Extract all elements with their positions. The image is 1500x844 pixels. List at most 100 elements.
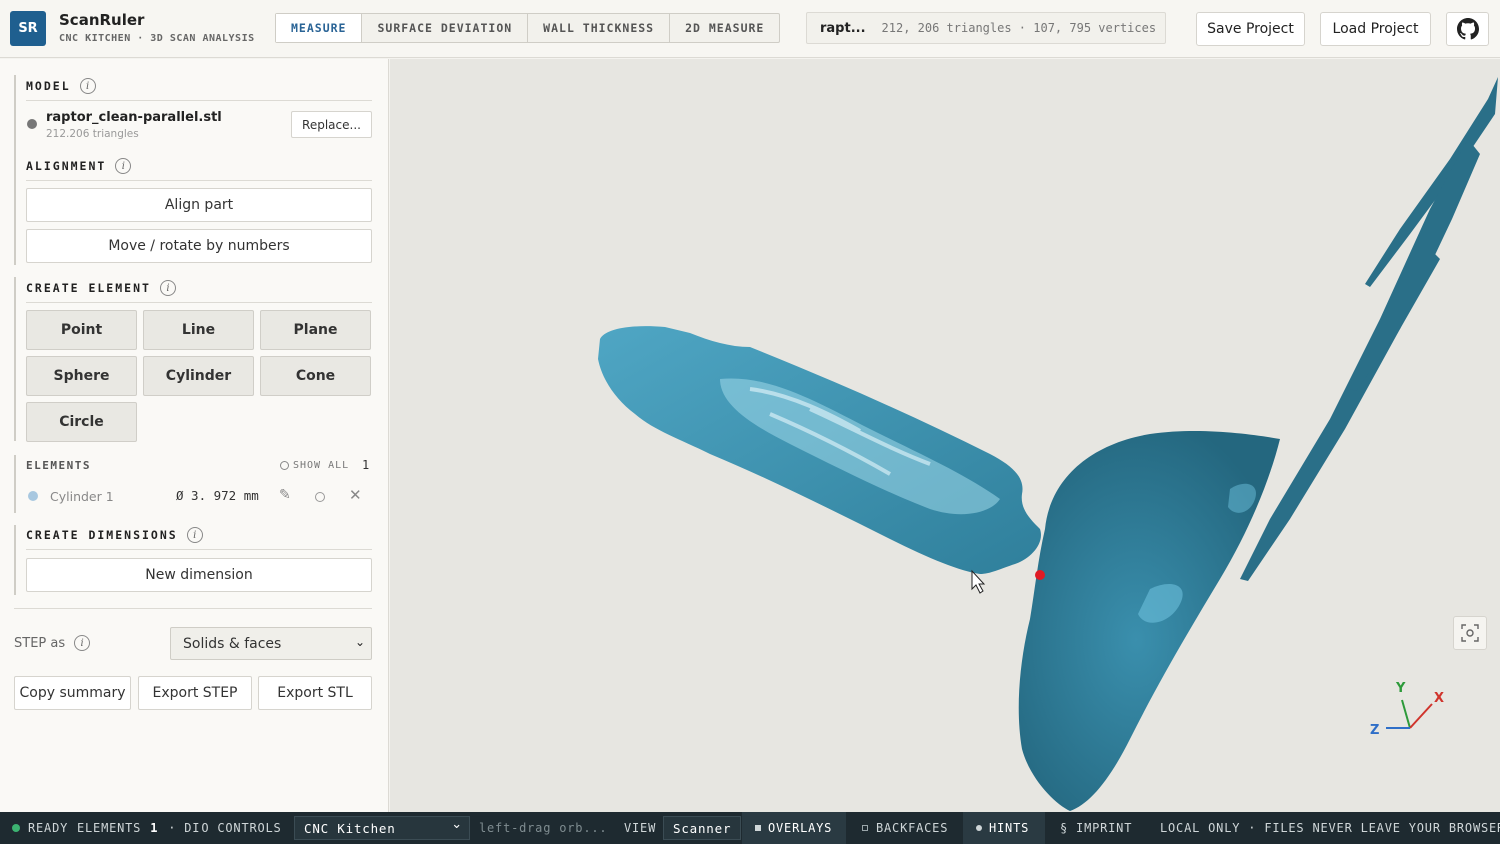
chevron-down-icon: ⌄ bbox=[451, 817, 463, 832]
axis-gizmo: Y X Z bbox=[1370, 681, 1444, 738]
privacy-note: LOCAL ONLY · FILES NEVER LEAVE YOUR BROW… bbox=[1160, 821, 1500, 835]
elements-count: 1 bbox=[362, 458, 370, 472]
alignment-section-title: ALIGNMENT i bbox=[26, 158, 132, 174]
github-button[interactable] bbox=[1446, 12, 1489, 46]
alignment-title-text: ALIGNMENT bbox=[26, 159, 107, 173]
scan-fin-shape bbox=[1240, 139, 1480, 581]
create-line-button[interactable]: Line bbox=[143, 310, 254, 350]
create-sphere-button[interactable]: Sphere bbox=[26, 356, 137, 396]
step-mode-select[interactable]: Solids & faces ⌄ bbox=[170, 627, 372, 660]
fit-view-button[interactable] bbox=[1453, 616, 1487, 650]
edit-icon[interactable]: ✎ bbox=[279, 487, 291, 503]
axis-z-label: Z bbox=[1370, 723, 1379, 738]
elements-section-title: ELEMENTS bbox=[26, 459, 91, 472]
tab-measure[interactable]: MEASURE bbox=[276, 14, 363, 42]
info-icon[interactable]: i bbox=[186, 527, 203, 543]
hints-toggle[interactable]: HINTS bbox=[963, 812, 1045, 844]
app-subtitle: CNC KITCHEN · 3D SCAN ANALYSIS bbox=[59, 33, 255, 44]
export-stl-button[interactable]: Export STL bbox=[258, 676, 372, 710]
controls-hint: left-drag orb... bbox=[479, 821, 608, 835]
align-part-button[interactable]: Align part bbox=[26, 188, 372, 222]
status-ready: READY bbox=[12, 812, 68, 844]
divider bbox=[26, 100, 372, 101]
dot-icon bbox=[976, 825, 982, 831]
square-icon bbox=[755, 825, 761, 831]
file-stats: 212, 206 triangles · 107, 795 vertices bbox=[881, 21, 1157, 35]
create-circle-button[interactable]: Circle bbox=[26, 402, 137, 442]
controls-preset-select[interactable]: CNC Kitchen ⌄ bbox=[294, 816, 470, 840]
delete-icon[interactable]: ✕ bbox=[349, 486, 362, 504]
show-all-toggle[interactable]: SHOW ALL bbox=[280, 460, 349, 471]
app-title: ScanRuler bbox=[59, 11, 145, 29]
mouse-cursor-icon bbox=[971, 569, 986, 594]
overlays-toggle[interactable]: OVERLAYS bbox=[742, 812, 846, 844]
tab-2d-measure[interactable]: 2D MEASURE bbox=[670, 14, 779, 42]
create-element-section-title: CREATE ELEMENT i bbox=[26, 280, 176, 296]
status-dimensions: DI bbox=[184, 821, 201, 835]
status-ready-text: READY bbox=[28, 821, 69, 835]
selected-point-marker[interactable] bbox=[1035, 570, 1045, 580]
model-title-text: MODEL bbox=[26, 79, 71, 93]
copy-summary-button[interactable]: Copy summary bbox=[14, 676, 131, 710]
export-step-button[interactable]: Export STEP bbox=[138, 676, 252, 710]
divider bbox=[26, 549, 372, 550]
model-status-dot bbox=[27, 119, 37, 129]
element-color-dot bbox=[28, 491, 38, 501]
square-outline-icon bbox=[862, 825, 868, 831]
backfaces-label: BACKFACES bbox=[876, 821, 949, 835]
axis-x-label: X bbox=[1434, 691, 1444, 706]
overlays-label: OVERLAYS bbox=[768, 821, 833, 835]
create-plane-button[interactable]: Plane bbox=[260, 310, 371, 350]
create-element-title-text: CREATE ELEMENT bbox=[26, 281, 151, 295]
view-mode-select[interactable]: Scanner b bbox=[663, 816, 741, 840]
status-elements: ELEMENTS 1 · DI O CONTROLS bbox=[77, 812, 282, 844]
replace-model-button[interactable]: Replace... bbox=[291, 111, 372, 138]
load-project-button[interactable]: Load Project bbox=[1320, 12, 1431, 46]
divider bbox=[26, 180, 372, 181]
divider bbox=[26, 302, 372, 303]
model-section-title: MODEL i bbox=[26, 78, 96, 94]
axis-y-label: Y bbox=[1395, 681, 1406, 696]
status-elements-count: 1 bbox=[150, 821, 159, 835]
new-dimension-button[interactable]: New dimension bbox=[26, 558, 372, 592]
divider bbox=[14, 608, 372, 609]
section-bar bbox=[14, 455, 16, 513]
visibility-icon[interactable] bbox=[315, 492, 325, 502]
3d-viewport[interactable]: Y X Z bbox=[390, 59, 1500, 812]
backfaces-toggle[interactable]: BACKFACES bbox=[862, 812, 948, 844]
chevron-down-icon: ⌄ bbox=[354, 635, 365, 649]
view-mode-value: Scanner b bbox=[673, 820, 741, 836]
save-project-button[interactable]: Save Project bbox=[1196, 12, 1305, 46]
section-bar bbox=[14, 525, 16, 595]
status-elements-label: ELEMENTS bbox=[77, 821, 142, 835]
element-row[interactable]: Cylinder 1 Ø 3. 972 mm ✎ ✕ bbox=[26, 483, 372, 509]
tab-surface-deviation[interactable]: SURFACE DEVIATION bbox=[362, 14, 529, 42]
create-cone-button[interactable]: Cone bbox=[260, 356, 371, 396]
fit-view-icon bbox=[1461, 624, 1479, 642]
move-rotate-button[interactable]: Move / rotate by numbers bbox=[26, 229, 372, 263]
model-file-name: raptor_clean-parallel.stl bbox=[46, 110, 222, 125]
status-dot bbox=[12, 824, 20, 832]
create-cylinder-button[interactable]: Cylinder bbox=[143, 356, 254, 396]
info-icon[interactable]: i bbox=[74, 635, 91, 651]
info-icon[interactable]: i bbox=[159, 280, 176, 296]
imprint-link[interactable]: § IMPRINT bbox=[1060, 812, 1132, 844]
info-icon[interactable]: i bbox=[79, 78, 96, 94]
show-all-label: SHOW ALL bbox=[293, 460, 350, 471]
file-short-name: rapt... bbox=[820, 20, 866, 36]
section-bar bbox=[14, 155, 16, 265]
step-mode-value: Solids & faces bbox=[183, 635, 282, 652]
scan-model-render bbox=[598, 77, 1498, 811]
status-bar: READY ELEMENTS 1 · DI O CONTROLS CNC Kit… bbox=[0, 812, 1500, 844]
step-label: STEP as i bbox=[14, 635, 91, 651]
sidebar: MODEL i raptor_clean-parallel.stl 212.20… bbox=[0, 59, 389, 812]
github-icon bbox=[1456, 18, 1479, 40]
mode-tabs: MEASURE SURFACE DEVIATION WALL THICKNESS… bbox=[275, 13, 781, 43]
status-controls-label: O CONTROLS bbox=[201, 821, 282, 835]
section-bar bbox=[14, 75, 16, 167]
controls-preset-value: CNC Kitchen bbox=[304, 820, 396, 836]
info-icon[interactable]: i bbox=[115, 158, 132, 174]
tab-wall-thickness[interactable]: WALL THICKNESS bbox=[528, 14, 671, 42]
create-point-button[interactable]: Point bbox=[26, 310, 137, 350]
model-triangles: 212.206 triangles bbox=[46, 128, 139, 140]
